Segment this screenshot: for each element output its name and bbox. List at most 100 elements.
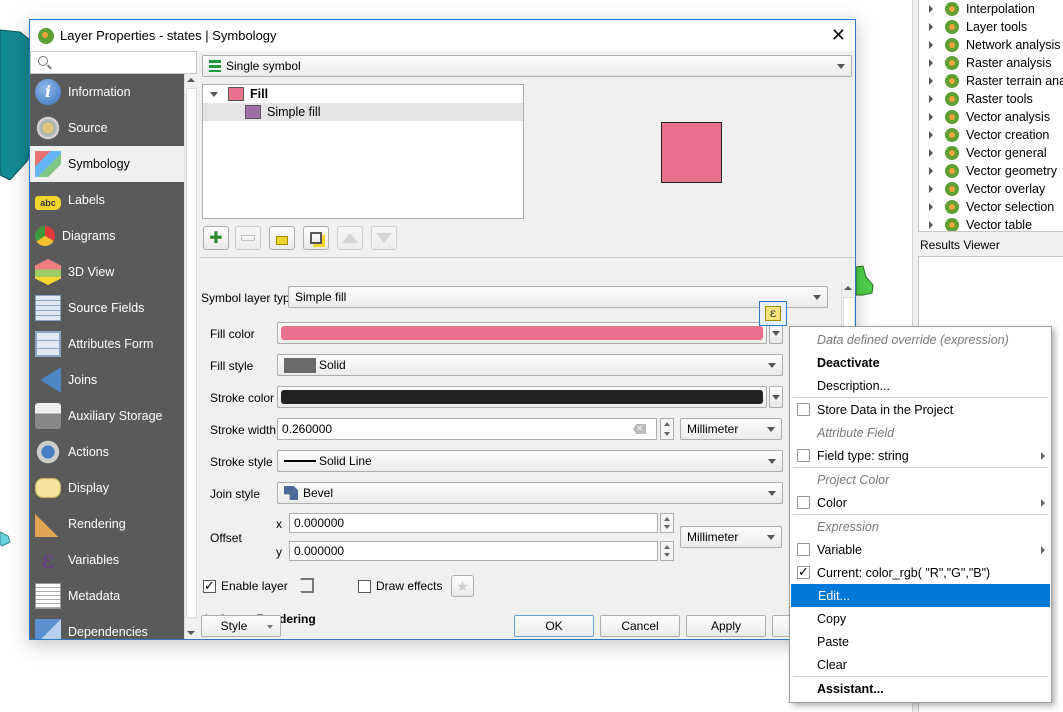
menu-item-copy[interactable]: Copy [790, 607, 1051, 630]
expand-icon[interactable] [929, 185, 933, 193]
checkbox-icon[interactable] [797, 496, 810, 509]
expand-icon[interactable] [929, 23, 933, 31]
expand-icon[interactable] [929, 149, 933, 157]
clear-icon[interactable]: ✕ [633, 424, 646, 434]
sidebar-search-input[interactable] [30, 51, 197, 74]
close-icon[interactable]: ✕ [831, 26, 846, 44]
menu-item-color[interactable]: Color [790, 491, 1051, 514]
symbol-layer-tree[interactable]: Fill Simple fill [202, 84, 524, 219]
sidebar-scrollbar[interactable] [184, 74, 197, 639]
sidebar-item-auxiliary-storage[interactable]: Auxiliary Storage [30, 398, 184, 434]
offset-x-input[interactable]: 0.000000 [289, 513, 658, 533]
sidebar-item-symbology[interactable]: Symbology [30, 146, 184, 182]
sidebar-item-source[interactable]: Source [30, 110, 184, 146]
data-defined-enable-icon[interactable] [296, 578, 314, 593]
expand-icon[interactable] [929, 131, 933, 139]
stroke-style-select[interactable]: Solid Line [277, 450, 783, 472]
processing-group-item[interactable]: Vector general [919, 144, 1063, 162]
sidebar-item-variables[interactable]: ε Variables [30, 542, 184, 578]
checkbox-icon[interactable] [797, 403, 810, 416]
sidebar-item-3d-view[interactable]: 3D View [30, 254, 184, 290]
menu-item-variable[interactable]: Variable [790, 538, 1051, 561]
processing-group-item[interactable]: Raster tools [919, 90, 1063, 108]
dialog-titlebar[interactable]: Layer Properties - states | Symbology ✕ [30, 20, 855, 51]
expand-icon[interactable] [929, 167, 933, 175]
stroke-width-unit-select[interactable]: Millimeter [680, 418, 782, 440]
processing-group-item[interactable]: Vector overlay [919, 180, 1063, 198]
processing-group-item[interactable]: Network analysis [919, 36, 1063, 54]
checkbox-icon[interactable] [797, 449, 810, 462]
offset-y-spinner[interactable] [660, 541, 674, 561]
menu-item-edit[interactable]: Edit... [791, 584, 1050, 607]
expand-icon[interactable] [929, 113, 933, 121]
sidebar-item-information[interactable]: i Information [30, 74, 184, 110]
stroke-color-dropdown[interactable] [769, 386, 783, 408]
processing-group-item[interactable]: Vector creation [919, 126, 1063, 144]
menu-item-deactivate[interactable]: Deactivate [790, 351, 1051, 374]
stroke-width-spinner[interactable] [660, 418, 674, 440]
checkbox-icon[interactable] [358, 579, 371, 593]
checkbox-icon[interactable] [203, 578, 216, 594]
menu-item-assistant[interactable]: Assistant... [790, 677, 1051, 700]
add-symbol-layer-button[interactable]: ✚ [203, 226, 229, 250]
expand-icon[interactable] [929, 95, 933, 103]
sidebar-item-source-fields[interactable]: Source Fields [30, 290, 184, 326]
processing-group-item[interactable]: Vector analysis [919, 108, 1063, 126]
enable-layer-checkbox[interactable]: Enable layer [203, 578, 288, 594]
sidebar-item-display[interactable]: Display [30, 470, 184, 506]
expand-icon[interactable] [210, 91, 218, 97]
move-down-button[interactable] [371, 226, 397, 250]
fill-color-button[interactable] [277, 322, 767, 344]
menu-item-description[interactable]: Description... [790, 374, 1051, 397]
move-up-button[interactable] [337, 226, 363, 250]
renderer-select[interactable]: Single symbol [202, 55, 852, 77]
expand-icon[interactable] [929, 59, 933, 67]
menu-item-paste[interactable]: Paste [790, 630, 1051, 653]
processing-group-item[interactable]: Layer tools [919, 18, 1063, 36]
checkbox-icon[interactable] [797, 564, 810, 580]
tree-row-simple-fill[interactable]: Simple fill [203, 103, 523, 121]
scroll-up-icon[interactable] [844, 286, 852, 290]
expand-icon[interactable] [929, 41, 933, 49]
effects-settings-button[interactable]: ★ [451, 575, 474, 597]
menu-item-current-color-rgb-r-g-b[interactable]: Current: color_rgb( "R","G","B") [790, 561, 1051, 584]
processing-group-item[interactable]: Vector table [919, 216, 1063, 231]
sidebar-item-joins[interactable]: Joins [30, 362, 184, 398]
expand-icon[interactable] [929, 203, 933, 211]
remove-symbol-layer-button[interactable] [235, 226, 261, 250]
sidebar-item-diagrams[interactable]: Diagrams [30, 218, 184, 254]
fill-style-select[interactable]: Solid [277, 354, 783, 376]
scroll-up-icon[interactable] [187, 78, 195, 82]
processing-group-item[interactable]: Vector selection [919, 198, 1063, 216]
expand-icon[interactable] [929, 77, 933, 85]
processing-group-item[interactable]: Raster terrain analysis [919, 72, 1063, 90]
processing-group-item[interactable]: Vector geometry [919, 162, 1063, 180]
menu-item-store-data-in-the-project[interactable]: Store Data in the Project [790, 398, 1051, 421]
checkbox-icon[interactable] [797, 543, 810, 556]
tree-row-fill[interactable]: Fill [203, 85, 523, 103]
sidebar-item-metadata[interactable]: Metadata [30, 578, 184, 614]
style-button[interactable]: Style [201, 615, 281, 637]
symbol-layer-type-select[interactable]: Simple fill [288, 286, 828, 308]
scroll-down-icon[interactable] [187, 631, 195, 635]
sidebar-item-actions[interactable]: Actions [30, 434, 184, 470]
processing-group-item[interactable]: Interpolation [919, 0, 1063, 18]
menu-item-clear[interactable]: Clear [790, 653, 1051, 676]
menu-item-field-type-string[interactable]: Field type: string [790, 444, 1051, 467]
scrollbar-thumb[interactable] [186, 88, 197, 618]
stroke-color-button[interactable] [277, 386, 767, 408]
join-style-select[interactable]: Bevel [277, 482, 783, 504]
offset-y-input[interactable]: 0.000000 [289, 541, 658, 561]
data-defined-override-button[interactable]: ε [759, 301, 787, 326]
sidebar-item-dependencies[interactable]: Dependencies [30, 614, 184, 639]
ok-button[interactable]: OK [514, 615, 594, 637]
draw-effects-checkbox[interactable]: Draw effects [358, 579, 442, 593]
offset-x-spinner[interactable] [660, 513, 674, 533]
expand-icon[interactable] [929, 221, 933, 229]
duplicate-layer-button[interactable] [303, 226, 329, 250]
sidebar-item-rendering[interactable]: Rendering [30, 506, 184, 542]
stroke-width-input[interactable]: 0.260000 ✕ [277, 418, 657, 440]
sidebar-item-attributes-form[interactable]: Attributes Form [30, 326, 184, 362]
apply-button[interactable]: Apply [686, 615, 766, 637]
offset-unit-select[interactable]: Millimeter [680, 526, 782, 548]
